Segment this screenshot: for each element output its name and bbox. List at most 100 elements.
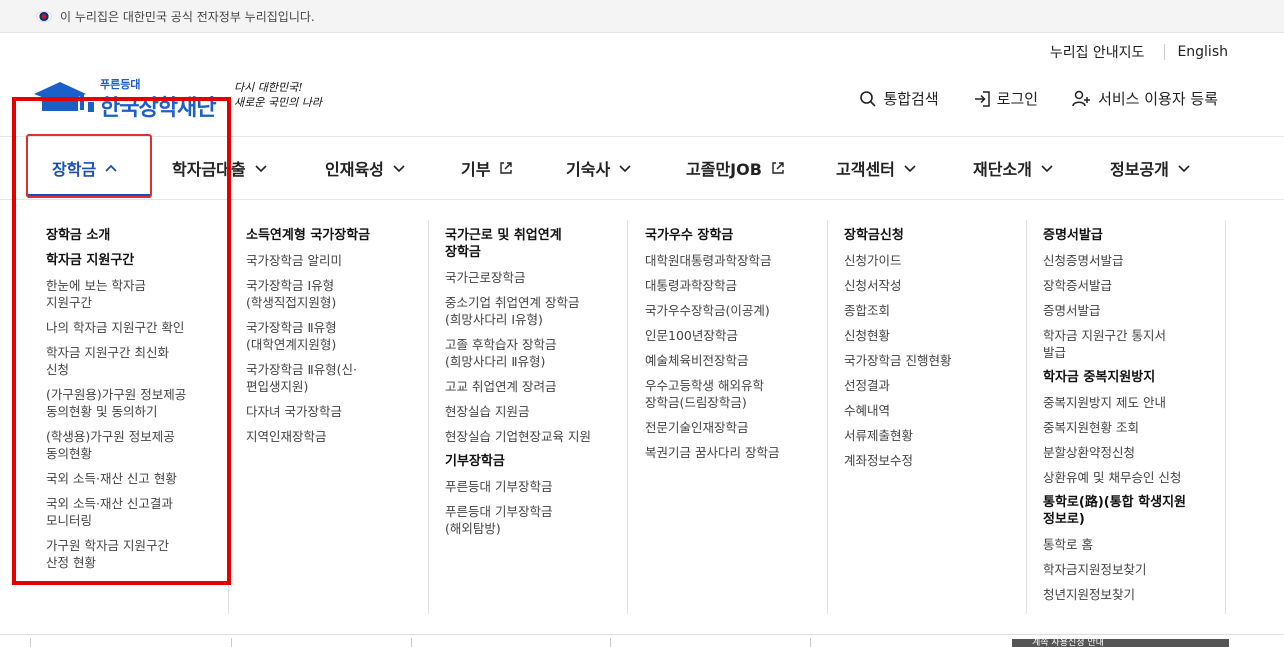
menu-link[interactable]: 현장실습 지원금 — [445, 403, 613, 420]
logo-slogan: 다시 대한민국! 새로운 국민의 나라 — [234, 80, 344, 110]
menu-link[interactable]: 학자금지원정보찾기 — [1043, 561, 1211, 578]
menu-heading[interactable]: 국가우수 장학금 — [645, 227, 813, 244]
menu-link[interactable]: 푸른등대 기부장학금 (해외탐방) — [445, 503, 613, 537]
menu-heading[interactable]: 학자금 지원구간 — [46, 252, 214, 269]
menu-link[interactable]: 고교 취업연계 장려금 — [445, 378, 613, 395]
english-link[interactable]: English — [1177, 44, 1228, 60]
menu-link[interactable]: (가구원용)가구원 정보제공 동의현황 및 동의하기 — [46, 386, 214, 420]
menu-link[interactable]: 신청증명서발급 — [1043, 252, 1211, 269]
menu-heading[interactable]: 국가근로 및 취업연계 장학금 — [445, 227, 613, 261]
menu-link[interactable]: 서류제출현황 — [844, 427, 1012, 444]
menu-link[interactable]: 우수고등학생 해외유학 장학금(드림장학금) — [645, 377, 813, 411]
menu-link[interactable]: 신청현황 — [844, 327, 1012, 344]
menu-link[interactable]: 국가장학금 Ⅰ유형 (학생직접지원형) — [246, 277, 414, 311]
menu-link[interactable]: 분할상환약정신청 — [1043, 444, 1211, 461]
menu-link[interactable]: 계좌정보수정 — [844, 452, 1012, 469]
menu-link[interactable]: 장학증서발급 — [1043, 277, 1211, 294]
menu-heading[interactable]: 장학금 소개 — [46, 227, 214, 244]
search-button[interactable]: 통합검색 — [859, 88, 939, 109]
menu-link[interactable]: 국외 소득·재산 신고결과 모니터링 — [46, 495, 214, 529]
nav-item-scholarship[interactable]: 장학금 — [52, 137, 118, 199]
menu-link[interactable]: 인문100년장학금 — [645, 327, 813, 344]
menu-link[interactable]: 종합조회 — [844, 302, 1012, 319]
slogan-line-1: 다시 대한민국! — [234, 81, 303, 94]
menu-link[interactable]: 국가우수장학금(이공계) — [645, 302, 813, 319]
menu-link[interactable]: 현장실습 기업현장교육 지원 — [445, 428, 613, 445]
nav-item-talent[interactable]: 인재육성 — [325, 137, 406, 199]
nav-item-donation[interactable]: 기부 — [461, 137, 514, 199]
login-label: 로그인 — [996, 90, 1039, 108]
nav-item-about[interactable]: 재단소개 — [973, 137, 1054, 199]
menu-link[interactable]: 신청서작성 — [844, 277, 1012, 294]
menu-link[interactable]: 고졸 후학습자 장학금 (희망사다리 Ⅱ유형) — [445, 336, 613, 370]
menu-link[interactable]: 통학로 홈 — [1043, 536, 1211, 553]
menu-link[interactable]: (학생용)가구원 정보제공 동의현황 — [46, 428, 214, 462]
menu-link[interactable]: 가구원 학자금 지원구간 산정 현황 — [46, 537, 214, 571]
menu-link[interactable]: 중복지원방지 제도 안내 — [1043, 394, 1211, 411]
menu-link[interactable]: 학자금 지원구간 최신화 신청 — [46, 344, 214, 378]
divider — [1164, 44, 1166, 60]
menu-link[interactable]: 수혜내역 — [844, 402, 1012, 419]
mega-menu: 장학금 소개 학자금 지원구간 한눈에 보는 학자금 지원구간나의 학자금 지원구… — [30, 220, 1230, 620]
menu-link-list: 대학원대통령과학장학금대통령과학장학금국가우수장학금(이공계) 인문100년장학금… — [645, 252, 813, 461]
menu-link[interactable]: 중소기업 취업연계 장학금 (희망사다리 Ⅰ유형) — [445, 294, 613, 328]
add-user-icon — [1072, 90, 1091, 106]
menu-heading[interactable]: 통학로(路)(통합 학생지원 정보로) — [1043, 494, 1211, 528]
site-logo[interactable]: 푸른등대 한국장학재단 다시 대한민국! 새로운 국민의 나라 — [34, 74, 334, 122]
menu-link[interactable]: 청년지원정보찾기 — [1043, 586, 1211, 603]
external-link-icon — [498, 160, 514, 176]
menu-link[interactable]: 국가장학금 알리미 — [246, 252, 414, 269]
menu-link[interactable]: 나의 학자금 지원구간 확인 — [46, 319, 214, 336]
nav-label: 정보공개 — [1110, 160, 1169, 179]
login-button[interactable]: 로그인 — [973, 88, 1038, 109]
menu-link[interactable]: 국외 소득·재산 신고 현황 — [46, 470, 214, 487]
menu-link[interactable]: 다자녀 국가장학금 — [246, 403, 414, 420]
nav-item-dormitory[interactable]: 기숙사 — [566, 137, 632, 199]
nav-item-customer-center[interactable]: 고객센터 — [836, 137, 917, 199]
menu-column-national: 소득연계형 국가장학금 국가장학금 알리미국가장학금 Ⅰ유형 (학생직접지원형) 국… — [230, 220, 429, 614]
nav-label: 장학금 — [52, 160, 97, 179]
menu-heading[interactable]: 증명서발급 — [1043, 227, 1211, 244]
menu-link[interactable]: 푸른등대 기부장학금 — [445, 478, 613, 495]
slogan-line-2: 새로운 국민의 나라 — [234, 96, 322, 109]
menu-link[interactable]: 국가장학금 Ⅱ유형 (대학연계지원형) — [246, 319, 414, 353]
menu-link[interactable]: 학자금 지원구간 통지서 발급 — [1043, 327, 1211, 361]
chevron-down-icon — [1040, 161, 1054, 175]
menu-heading[interactable]: 소득연계형 국가장학금 — [246, 227, 414, 244]
menu-link[interactable]: 지역인재장학금 — [246, 428, 414, 445]
menu-heading[interactable]: 학자금 중복지원방지 — [1043, 369, 1211, 386]
menu-link[interactable]: 국가근로장학금 — [445, 269, 613, 286]
menu-link[interactable]: 신청가이드 — [844, 252, 1012, 269]
register-button[interactable]: 서비스 이용자 등록 — [1072, 88, 1218, 109]
nav-item-loan[interactable]: 학자금대출 — [172, 137, 268, 199]
menu-link[interactable]: 예술체육비전장학금 — [645, 352, 813, 369]
divider — [810, 638, 811, 647]
menu-link-list: 한눈에 보는 학자금 지원구간나의 학자금 지원구간 확인학자금 지원구간 최신화… — [46, 277, 214, 571]
menu-link[interactable]: 전문기술인재장학금 — [645, 419, 813, 436]
menu-link[interactable]: 복권기금 꿈사다리 장학금 — [645, 444, 813, 461]
chevron-down-icon — [618, 161, 632, 175]
header-actions: 통합검색 로그인 서비스 이용자 등록 — [825, 88, 1218, 109]
logo-mark-icon — [34, 82, 94, 112]
login-icon — [974, 90, 990, 107]
nav-item-job[interactable]: 고졸만JOB — [686, 137, 786, 199]
chevron-down-icon — [392, 161, 406, 175]
menu-heading[interactable]: 기부장학금 — [445, 453, 613, 470]
nav-item-disclosure[interactable]: 정보공개 — [1110, 137, 1191, 199]
korea-flag-icon — [36, 10, 52, 22]
menu-link[interactable]: 한눈에 보는 학자금 지원구간 — [46, 277, 214, 311]
notice-banner[interactable]: 계속 사용신청 안내 — [1012, 639, 1229, 647]
sitemap-link[interactable]: 누리집 안내지도 — [1050, 42, 1145, 62]
menu-link[interactable]: 국가장학금 진행현황 — [844, 352, 1012, 369]
menu-link[interactable]: 중복지원현황 조회 — [1043, 419, 1211, 436]
menu-link[interactable]: 증명서발급 — [1043, 302, 1211, 319]
menu-link[interactable]: 대통령과학장학금 — [645, 277, 813, 294]
menu-link[interactable]: 상환유예 및 채무승인 신청 — [1043, 469, 1211, 486]
menu-link[interactable]: 국가장학금 Ⅱ유형(신· 편입생지원) — [246, 361, 414, 395]
chevron-down-icon — [1177, 161, 1191, 175]
menu-heading[interactable]: 장학금신청 — [844, 227, 1012, 244]
menu-link[interactable]: 선정결과 — [844, 377, 1012, 394]
chevron-up-icon — [104, 161, 118, 175]
menu-link[interactable]: 대학원대통령과학장학금 — [645, 252, 813, 269]
divider — [231, 638, 232, 647]
